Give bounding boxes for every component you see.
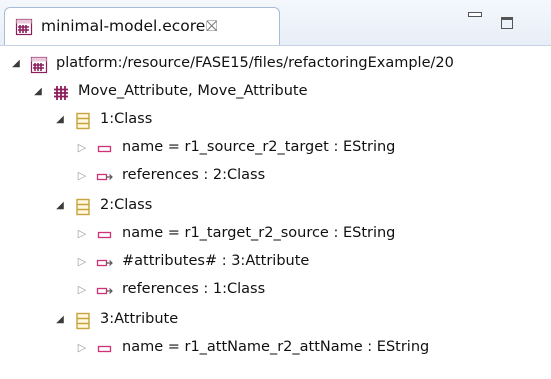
tree-item-label: 1:Class bbox=[100, 111, 153, 127]
tree-item-label: name = r1_source_r2_target : EString bbox=[122, 139, 396, 155]
collapse-arrow-icon[interactable]: ◢ bbox=[54, 314, 66, 326]
reference-icon bbox=[96, 254, 114, 272]
tree-item-label: Move_Attribute, Move_Attribute bbox=[78, 83, 308, 99]
collapse-arrow-icon[interactable]: ◢ bbox=[10, 58, 22, 70]
reference-icon bbox=[96, 168, 114, 186]
tree-row-node[interactable]: ◢ 3:Attribute bbox=[0, 307, 551, 335]
tree-item-label: #attributes# : 3:Attribute bbox=[122, 253, 310, 269]
tree-row-reference[interactable]: ▷ references : 1:Class bbox=[0, 277, 551, 305]
expand-arrow-icon[interactable]: ▷ bbox=[76, 256, 88, 268]
collapse-arrow-icon[interactable]: ◢ bbox=[54, 200, 66, 212]
node-icon bbox=[74, 312, 92, 330]
expand-arrow-icon[interactable]: ▷ bbox=[76, 342, 88, 354]
tree-row-attribute[interactable]: ▷ name = r1_source_r2_target : EString bbox=[0, 135, 551, 163]
ecore-resource-icon bbox=[30, 56, 48, 74]
rule-icon bbox=[52, 84, 70, 102]
node-icon bbox=[74, 112, 92, 130]
tree-item-label: references : 2:Class bbox=[122, 167, 266, 183]
model-tree: ◢ platform:/resource/FASE15/files/refact… bbox=[0, 45, 551, 379]
tree-item-label: name = r1_target_r2_source : EString bbox=[122, 225, 396, 241]
expand-arrow-icon[interactable]: ▷ bbox=[76, 284, 88, 296]
tree-row-rule[interactable]: ◢ Move_Attribute, Move_Attribute bbox=[0, 79, 551, 107]
expand-arrow-icon[interactable]: ▷ bbox=[76, 142, 88, 154]
expand-arrow-icon[interactable]: ▷ bbox=[76, 170, 88, 182]
tree-row-resource[interactable]: ◢ platform:/resource/FASE15/files/refact… bbox=[0, 51, 551, 79]
tree-row-reference[interactable]: ▷ references : 2:Class bbox=[0, 163, 551, 191]
tree-item-label: references : 1:Class bbox=[122, 281, 266, 297]
ecore-file-icon bbox=[15, 18, 33, 36]
attribute-icon bbox=[96, 340, 114, 358]
maximize-icon[interactable] bbox=[500, 16, 516, 32]
tree-item-label: name = r1_attName_r2_attName : EString bbox=[122, 339, 430, 355]
expand-arrow-icon[interactable]: ▷ bbox=[76, 228, 88, 240]
editor-tab-bar: minimal-model.ecore ⛝ bbox=[0, 0, 551, 46]
minimize-icon[interactable] bbox=[466, 8, 484, 22]
editor-tab[interactable]: minimal-model.ecore ⛝ bbox=[4, 7, 280, 45]
attribute-icon bbox=[96, 226, 114, 244]
attribute-icon bbox=[96, 140, 114, 158]
tree-item-label: platform:/resource/FASE15/files/refactor… bbox=[56, 55, 454, 71]
tree-item-label: 3:Attribute bbox=[100, 311, 179, 327]
tree-row-reference[interactable]: ▷ #attributes# : 3:Attribute bbox=[0, 249, 551, 277]
tree-item-label: 2:Class bbox=[100, 197, 153, 213]
tab-title: minimal-model.ecore bbox=[41, 17, 206, 35]
reference-icon bbox=[96, 282, 114, 300]
node-icon bbox=[74, 198, 92, 216]
tree-row-attribute[interactable]: ▷ name = r1_attName_r2_attName : EString bbox=[0, 335, 551, 363]
tree-row-node[interactable]: ◢ 1:Class bbox=[0, 107, 551, 135]
tree-row-attribute[interactable]: ▷ name = r1_target_r2_source : EString bbox=[0, 221, 551, 249]
tree-row-node[interactable]: ◢ 2:Class bbox=[0, 193, 551, 221]
collapse-arrow-icon[interactable]: ◢ bbox=[32, 86, 44, 98]
close-icon[interactable]: ⛝ bbox=[206, 17, 217, 35]
collapse-arrow-icon[interactable]: ◢ bbox=[54, 114, 66, 126]
